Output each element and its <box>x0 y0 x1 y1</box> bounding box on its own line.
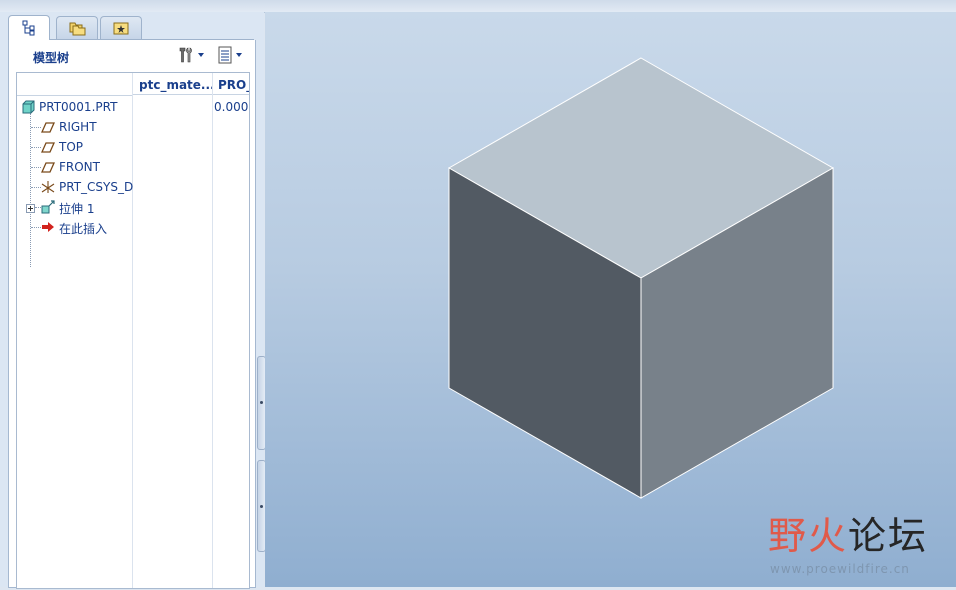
panel-title: 模型树 <box>33 51 70 65</box>
part-icon <box>22 100 35 114</box>
tree-row-csys[interactable]: PRT_CSYS_D <box>17 177 249 197</box>
folder-browser-tab[interactable] <box>56 16 98 39</box>
tree-settings-button[interactable] <box>177 45 207 65</box>
tree-row-part[interactable]: PRT0001.PRT 0.0000 <box>17 97 249 117</box>
tree-row-front-plane[interactable]: FRONT <box>17 157 249 177</box>
datum-plane-icon <box>41 122 55 133</box>
column-header-pro[interactable]: PRO_ <box>213 73 249 95</box>
dropdown-arrow-icon <box>198 53 204 57</box>
tree-column-header[interactable] <box>17 73 132 96</box>
tree-row-label: FRONT <box>59 160 100 174</box>
tree-row-label: RIGHT <box>59 120 97 134</box>
datum-plane-icon <box>41 162 55 173</box>
favorites-tab[interactable] <box>100 16 142 39</box>
graphics-viewport[interactable] <box>265 12 956 587</box>
watermark-part2: 论坛 <box>848 514 929 558</box>
tree-row-value: 0.0000 <box>214 100 249 114</box>
expand-icon[interactable] <box>26 204 35 213</box>
grip-dot <box>260 401 263 404</box>
watermark-url: www.proewildfire.cn <box>770 562 910 576</box>
navigator-panel: 模型树 ptc_mate... PRO_ PRT0001.PRT 0.000 R… <box>0 12 266 589</box>
tree-row-label: PRT0001.PRT <box>39 100 118 114</box>
model-tree-header: 模型树 <box>9 40 255 68</box>
grip-dot <box>260 505 263 508</box>
extrude-icon <box>41 200 55 214</box>
tree-show-button[interactable] <box>217 45 247 65</box>
cube-model[interactable] <box>265 12 956 587</box>
tree-row-extrude[interactable]: 拉伸 1 <box>17 197 249 217</box>
hammer-wrench-icon <box>179 47 192 63</box>
tree-row-label: PRT_CSYS_D <box>59 180 134 194</box>
column-header-ptc-material[interactable]: ptc_mate... <box>133 73 212 95</box>
tree-row-label: 拉伸 1 <box>59 202 95 216</box>
navigator-tabs <box>8 15 258 40</box>
favorites-folder-icon <box>113 22 129 35</box>
tree-row-top-plane[interactable]: TOP <box>17 137 249 157</box>
dropdown-arrow-icon <box>236 53 242 57</box>
list-view-icon <box>218 46 232 64</box>
tree-icon <box>22 20 35 36</box>
forum-watermark: 野火论坛 <box>768 505 928 560</box>
model-tree-tab[interactable] <box>8 15 50 40</box>
datum-plane-icon <box>41 142 55 153</box>
folders-icon <box>69 22 86 36</box>
watermark-part1: 野火 <box>768 514 849 558</box>
model-tree-panel: 模型树 ptc_mate... PRO_ PRT0001.PRT 0.000 R… <box>8 40 256 589</box>
tree-row-right-plane[interactable]: RIGHT <box>17 117 249 137</box>
tree-row-insert-here[interactable]: 在此插入 <box>17 217 249 237</box>
csys-icon <box>41 181 55 193</box>
tree-row-label: TOP <box>59 140 84 154</box>
tree-row-label: 在此插入 <box>59 222 108 236</box>
insert-arrow-icon <box>42 222 54 232</box>
model-tree-grid: ptc_mate... PRO_ PRT0001.PRT 0.0000 <box>16 72 250 589</box>
